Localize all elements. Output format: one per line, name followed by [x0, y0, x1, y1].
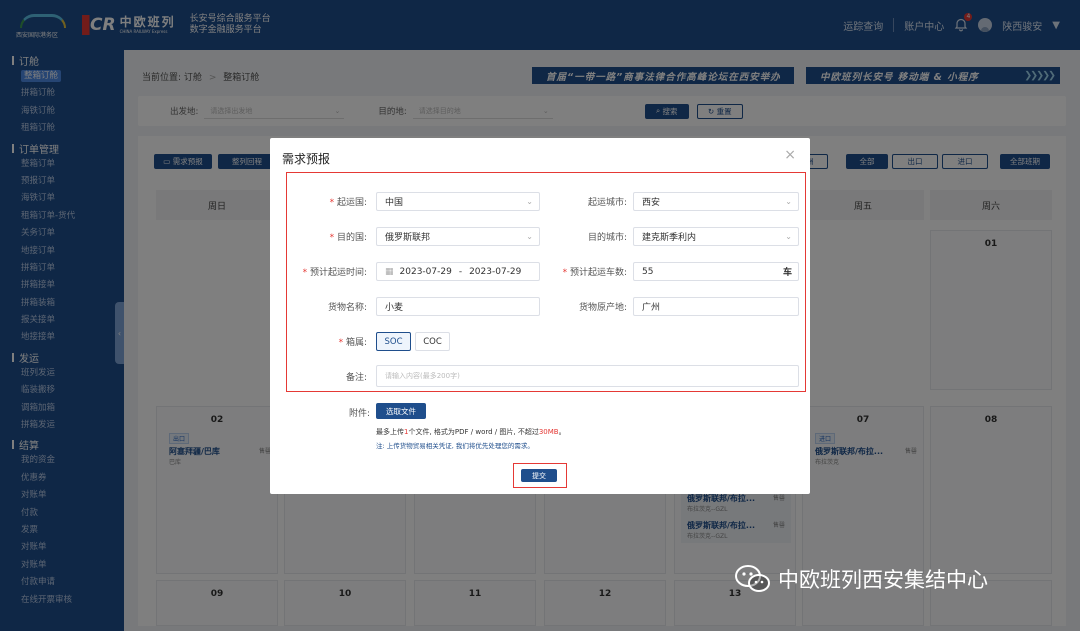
dest-city-label: 目的城市:	[587, 233, 627, 243]
chevron-down-icon: ⌄	[785, 232, 792, 241]
box-type-label: * 箱属:	[338, 338, 367, 348]
close-icon[interactable]: ×	[784, 147, 796, 163]
origin-city-label: 起运城市:	[587, 198, 627, 208]
origin-country-select[interactable]: 中国 ⌄	[376, 192, 540, 211]
dialog-title: 需求预报	[282, 152, 331, 166]
wechat-watermark: 中欧班列西安集结中心	[734, 563, 988, 595]
soc-option[interactable]: SOC	[376, 332, 411, 351]
goods-label: 货物名称:	[327, 303, 367, 313]
dest-country-label: * 目的国:	[329, 233, 367, 243]
dest-city-select[interactable]: 建克斯季利内 ⌄	[633, 227, 799, 246]
select-file-button[interactable]: 选取文件	[376, 403, 426, 419]
unit-label: 车	[782, 268, 792, 278]
origin-country-label: * 起运国:	[329, 198, 367, 208]
goods-origin-label: 货物原产地:	[578, 303, 627, 313]
remark-label: 备注:	[345, 373, 367, 383]
upload-note: 注: 上传货物贸易相关凭证, 我们将优先处理您的需求。	[376, 442, 534, 450]
highlight-frame: 提交	[513, 463, 567, 488]
wechat-icon	[735, 565, 770, 592]
upload-hint: 最多上传1个文件, 格式为PDF / word / 图片, 不超过30MB。	[376, 428, 566, 436]
attachment-label: 附件:	[348, 409, 370, 419]
remark-input[interactable]: 请输入内容(最多200字)	[376, 365, 799, 387]
date-range-picker[interactable]: ▦ 2023-07-29 - 2023-07-29	[376, 262, 540, 281]
cars-label: * 预计起运车数:	[562, 268, 627, 278]
highlight-frame: * 起运国: 中国 ⌄ 起运城市: 西安 ⌄ * 目的国: 俄罗斯联邦 ⌄ 目的城市:…	[286, 172, 806, 392]
submit-button[interactable]: 提交	[521, 469, 557, 482]
coc-option[interactable]: COC	[415, 332, 450, 351]
cars-input[interactable]: 55 车	[633, 262, 799, 281]
origin-city-select[interactable]: 西安 ⌄	[633, 192, 799, 211]
goods-name-input[interactable]: 小麦	[376, 297, 540, 316]
calendar-icon: ▦	[385, 266, 394, 277]
goods-origin-input[interactable]: 广州	[633, 297, 799, 316]
date-label: * 预计起运时间:	[302, 268, 367, 278]
demand-forecast-dialog: 需求预报 × * 起运国: 中国 ⌄ 起运城市: 西安 ⌄ * 目的国: 俄罗斯联邦…	[270, 138, 810, 494]
chevron-down-icon: ⌄	[785, 197, 792, 206]
dest-country-select[interactable]: 俄罗斯联邦 ⌄	[376, 227, 540, 246]
